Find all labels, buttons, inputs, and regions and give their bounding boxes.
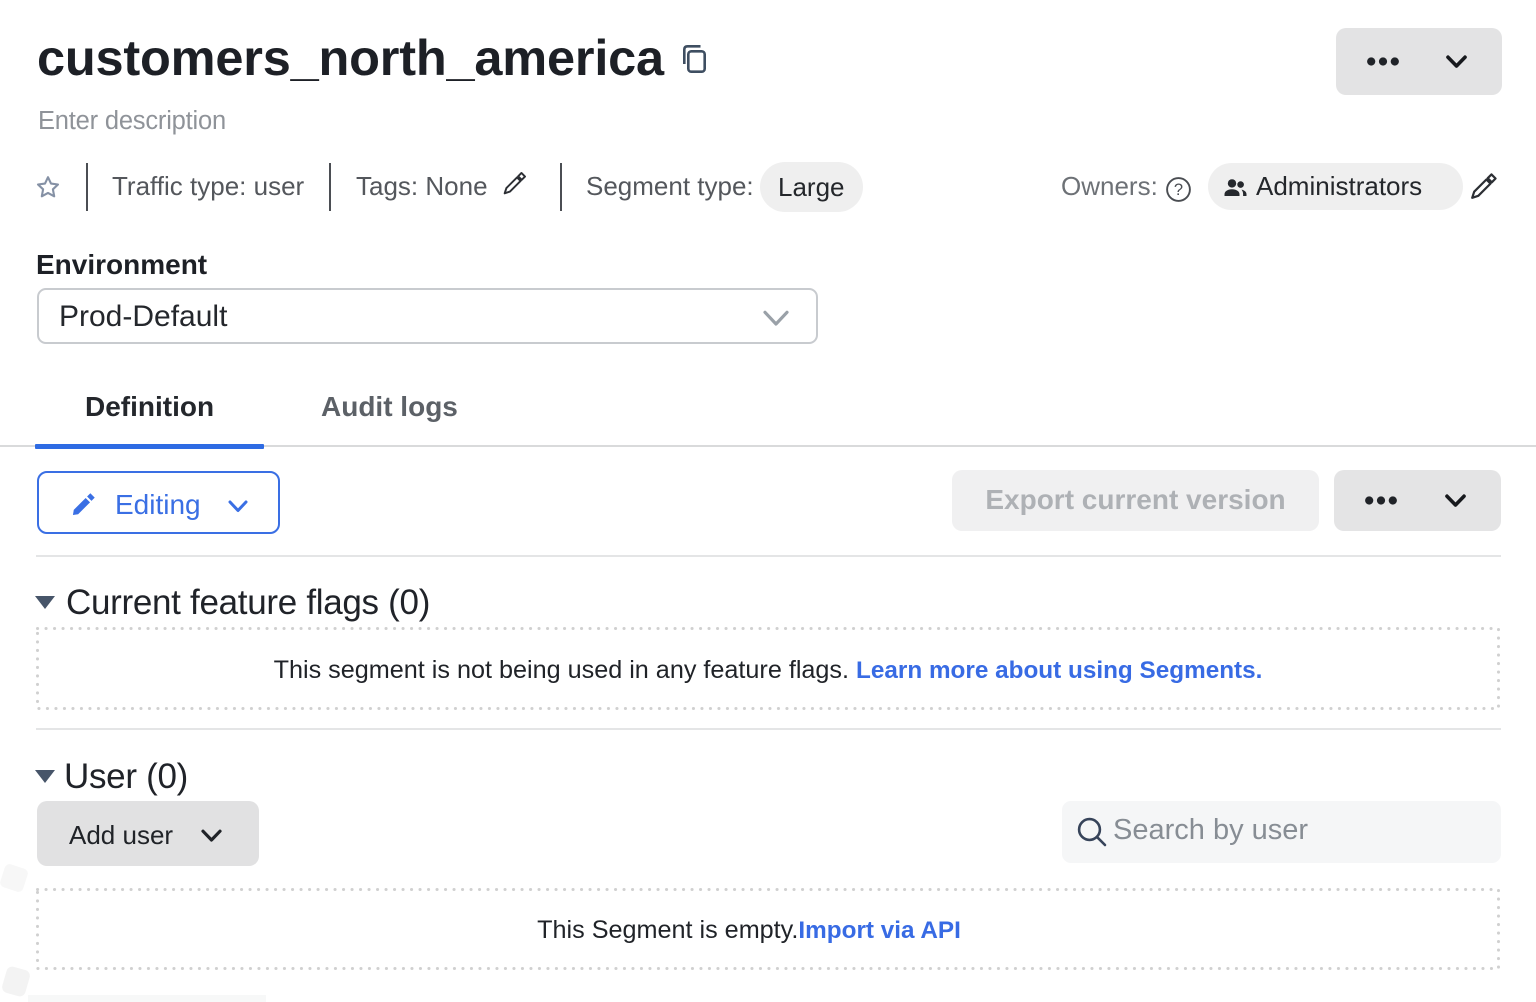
svg-text:?: ? [1174, 181, 1183, 199]
